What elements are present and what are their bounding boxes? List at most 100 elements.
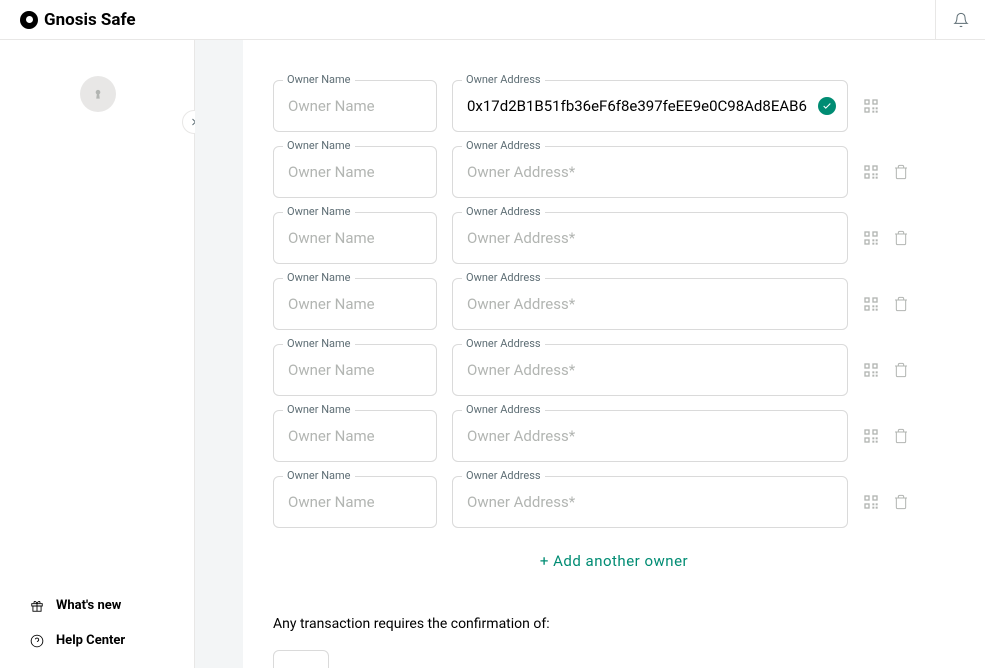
- owner-row-actions: [863, 230, 909, 246]
- qr-icon: [863, 98, 879, 114]
- owner-row-actions: [863, 362, 909, 378]
- owner-row-actions: [863, 296, 909, 312]
- gift-icon: [30, 599, 44, 613]
- owner-name-input[interactable]: [273, 410, 437, 462]
- confirmation-row: 4 out of 7 owner(s): [273, 650, 955, 668]
- notification-button[interactable]: [935, 0, 985, 40]
- scan-qr-button[interactable]: [863, 296, 879, 312]
- owners-card: Owner Name Owner Address Owner Name Owne…: [243, 40, 985, 668]
- owner-address-group: Owner Address: [452, 80, 848, 132]
- owner-row: Owner Name Owner Address: [273, 146, 955, 198]
- app-name: Gnosis Safe: [44, 10, 136, 30]
- owner-address-input[interactable]: [452, 212, 848, 264]
- owner-name-group: Owner Name: [273, 146, 437, 198]
- delete-owner-button[interactable]: [893, 296, 909, 312]
- owner-address-input[interactable]: [452, 278, 848, 330]
- scan-qr-button[interactable]: [863, 494, 879, 510]
- owner-address-label: Owner Address: [462, 73, 545, 86]
- validated-badge: [818, 97, 836, 115]
- owner-address-label: Owner Address: [462, 271, 545, 284]
- owner-address-group: Owner Address: [452, 278, 848, 330]
- owner-address-group: Owner Address: [452, 344, 848, 396]
- owner-address-label: Owner Address: [462, 469, 545, 482]
- owner-address-label: Owner Address: [462, 139, 545, 152]
- check-icon: [822, 101, 832, 111]
- owner-name-label: Owner Name: [283, 271, 355, 284]
- owner-name-label: Owner Name: [283, 337, 355, 350]
- owner-name-input[interactable]: [273, 212, 437, 264]
- sidebar-help-center[interactable]: Help Center: [0, 623, 194, 658]
- delete-owner-button[interactable]: [893, 230, 909, 246]
- owner-name-label: Owner Name: [283, 205, 355, 218]
- trash-icon: [893, 494, 909, 510]
- owner-name-group: Owner Name: [273, 410, 437, 462]
- scan-qr-button[interactable]: [863, 164, 879, 180]
- owner-address-input[interactable]: [452, 146, 848, 198]
- owner-row-actions: [863, 494, 909, 510]
- owner-name-input[interactable]: [273, 146, 437, 198]
- delete-owner-button[interactable]: [893, 362, 909, 378]
- owner-name-group: Owner Name: [273, 476, 437, 528]
- owner-name-group: Owner Name: [273, 80, 437, 132]
- owner-name-input[interactable]: [273, 476, 437, 528]
- trash-icon: [893, 296, 909, 312]
- owner-name-input[interactable]: [273, 344, 437, 396]
- confirmation-select[interactable]: 4: [273, 650, 329, 668]
- owner-address-group: Owner Address: [452, 476, 848, 528]
- owner-address-input[interactable]: [452, 344, 848, 396]
- qr-icon: [863, 164, 879, 180]
- qr-icon: [863, 494, 879, 510]
- owner-name-label: Owner Name: [283, 469, 355, 482]
- scan-qr-button[interactable]: [863, 98, 879, 114]
- confirmation-text: Any transaction requires the confirmatio…: [273, 616, 955, 632]
- owner-row: Owner Name Owner Address: [273, 344, 955, 396]
- owner-address-label: Owner Address: [462, 337, 545, 350]
- owner-name-label: Owner Name: [283, 403, 355, 416]
- trash-icon: [893, 164, 909, 180]
- add-owner-button[interactable]: + Add another owner: [273, 528, 955, 586]
- app-logo[interactable]: Gnosis Safe: [20, 10, 136, 30]
- main-layout: What's new Help Center Owner Name Owner …: [0, 40, 985, 668]
- owner-address-input[interactable]: [452, 476, 848, 528]
- owner-row: Owner Name Owner Address: [273, 80, 955, 132]
- owner-row-actions: [863, 98, 879, 114]
- trash-icon: [893, 428, 909, 444]
- sidebar-bottom: What's new Help Center: [0, 578, 194, 668]
- owner-name-input[interactable]: [273, 80, 437, 132]
- sidebar-top: [0, 40, 194, 132]
- delete-owner-button[interactable]: [893, 428, 909, 444]
- delete-owner-button[interactable]: [893, 494, 909, 510]
- owner-name-label: Owner Name: [283, 73, 355, 86]
- app-header: Gnosis Safe: [0, 0, 985, 40]
- sidebar-whats-new[interactable]: What's new: [0, 588, 194, 623]
- owner-row: Owner Name Owner Address: [273, 410, 955, 462]
- owner-address-group: Owner Address: [452, 410, 848, 462]
- safe-avatar[interactable]: [80, 76, 116, 112]
- owner-address-input[interactable]: [452, 80, 848, 132]
- bell-icon: [953, 12, 969, 28]
- content-area: Owner Name Owner Address Owner Name Owne…: [195, 40, 985, 668]
- qr-icon: [863, 362, 879, 378]
- keyhole-icon: [91, 87, 105, 101]
- help-icon: [30, 634, 44, 648]
- scan-qr-button[interactable]: [863, 230, 879, 246]
- owner-address-input[interactable]: [452, 410, 848, 462]
- help-center-label: Help Center: [56, 633, 125, 648]
- sidebar: What's new Help Center: [0, 40, 195, 668]
- delete-owner-button[interactable]: [893, 164, 909, 180]
- owner-address-label: Owner Address: [462, 403, 545, 416]
- trash-icon: [893, 362, 909, 378]
- qr-icon: [863, 230, 879, 246]
- owner-address-group: Owner Address: [452, 212, 848, 264]
- owner-row: Owner Name Owner Address: [273, 476, 955, 528]
- owner-row-actions: [863, 428, 909, 444]
- whats-new-label: What's new: [56, 598, 121, 613]
- owner-name-label: Owner Name: [283, 139, 355, 152]
- owner-row-actions: [863, 164, 909, 180]
- scan-qr-button[interactable]: [863, 428, 879, 444]
- scan-qr-button[interactable]: [863, 362, 879, 378]
- owner-name-input[interactable]: [273, 278, 437, 330]
- owner-name-group: Owner Name: [273, 278, 437, 330]
- owner-row: Owner Name Owner Address: [273, 278, 955, 330]
- owner-name-group: Owner Name: [273, 344, 437, 396]
